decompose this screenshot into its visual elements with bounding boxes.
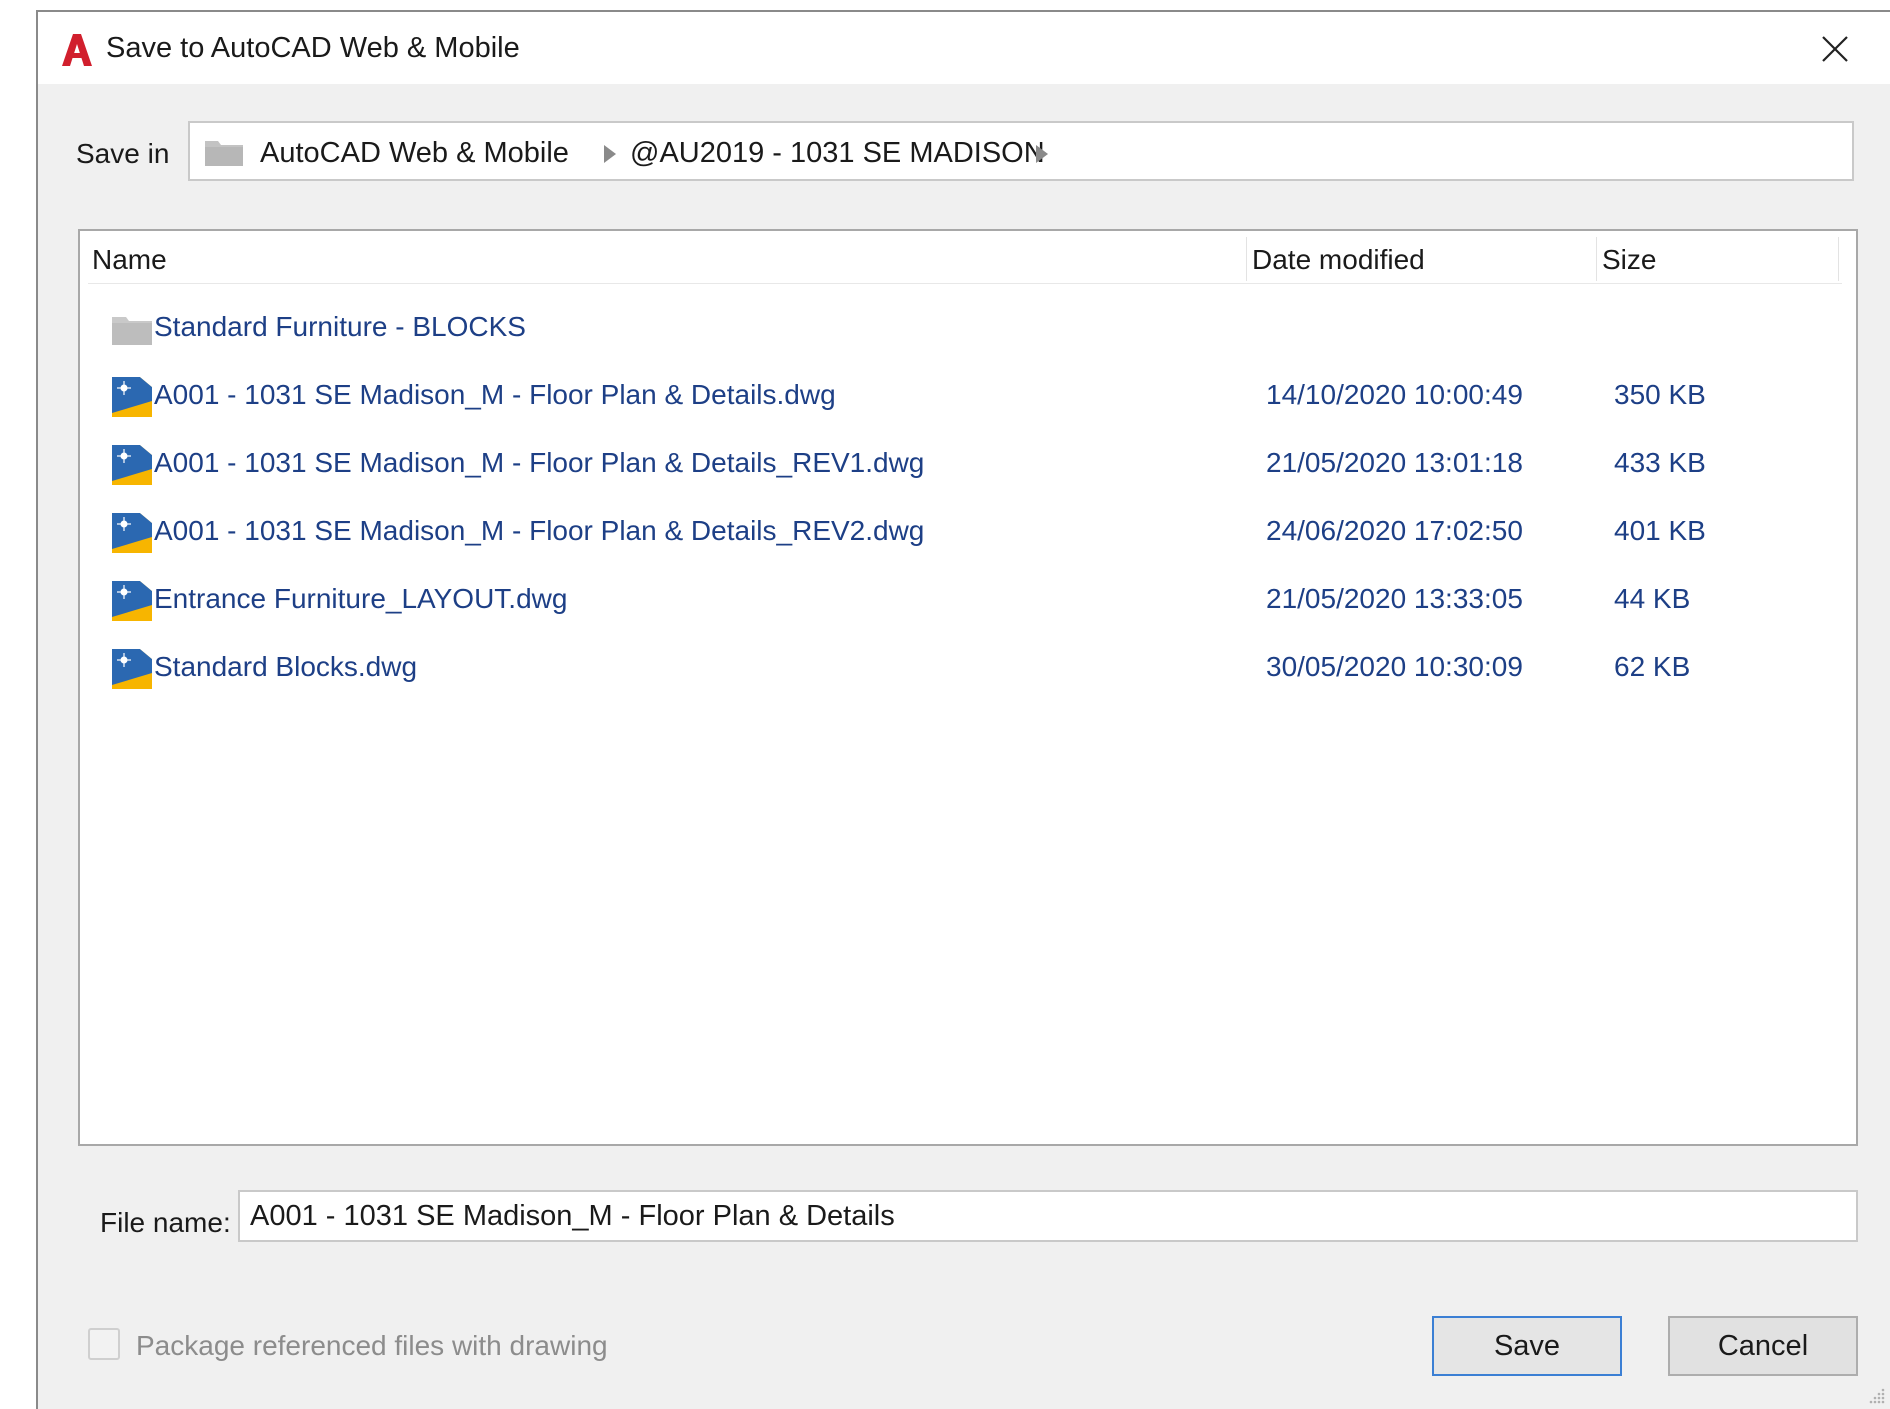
- file-name-label: File name:: [100, 1207, 231, 1238]
- resize-grip-icon[interactable]: [1866, 1385, 1886, 1405]
- package-referenced-files-label: Package referenced files with drawing: [136, 1330, 608, 1361]
- save-dialog: Save to AutoCAD Web & Mobile Save in Aut…: [36, 10, 1890, 1409]
- file-date: 21/05/2020 13:01:18: [1266, 447, 1523, 478]
- file-name: A001 - 1031 SE Madison_M - Floor Plan & …: [154, 379, 836, 410]
- save-button[interactable]: Save: [1432, 1316, 1622, 1376]
- cancel-button[interactable]: Cancel: [1668, 1316, 1858, 1376]
- file-name: Standard Blocks.dwg: [154, 651, 418, 682]
- dwg-file-icon: [112, 649, 152, 689]
- chevron-right-icon[interactable]: [1034, 143, 1050, 165]
- folder-icon: [205, 141, 243, 166]
- file-date: 14/10/2020 10:00:49: [1266, 379, 1523, 410]
- breadcrumb-autocad-web-mobile[interactable]: AutoCAD Web & Mobile: [260, 137, 569, 170]
- list-item-file[interactable]: Standard Blocks.dwg 30/05/2020 10:30:09 …: [88, 637, 1842, 699]
- list-item-file[interactable]: A001 - 1031 SE Madison_M - Floor Plan & …: [88, 501, 1842, 563]
- column-divider[interactable]: [1596, 237, 1597, 281]
- package-referenced-files-checkbox[interactable]: [88, 1328, 120, 1360]
- column-header-size[interactable]: Size: [1602, 237, 1656, 283]
- dwg-file-icon: [112, 445, 152, 485]
- column-header-name[interactable]: Name: [92, 237, 167, 283]
- file-size: 350 KB: [1614, 379, 1706, 410]
- file-name: A001 - 1031 SE Madison_M - Floor Plan & …: [154, 515, 925, 546]
- breadcrumb-au2019-madison[interactable]: @AU2019 - 1031 SE MADISON: [630, 137, 1045, 170]
- column-header-date-modified[interactable]: Date modified: [1252, 237, 1425, 283]
- file-name-input[interactable]: [238, 1190, 1858, 1242]
- file-date: 30/05/2020 10:30:09: [1266, 651, 1523, 682]
- file-date: 24/06/2020 17:02:50: [1266, 515, 1523, 546]
- column-divider[interactable]: [1246, 237, 1247, 281]
- list-item-file[interactable]: A001 - 1031 SE Madison_M - Floor Plan & …: [88, 365, 1842, 427]
- file-name: Entrance Furniture_LAYOUT.dwg: [154, 583, 568, 614]
- file-size: 401 KB: [1614, 515, 1706, 546]
- list-item-file[interactable]: A001 - 1031 SE Madison_M - Floor Plan & …: [88, 433, 1842, 495]
- dwg-file-icon: [112, 581, 152, 621]
- file-size: 62 KB: [1614, 651, 1691, 682]
- dwg-file-icon: [112, 377, 152, 417]
- folder-icon: [112, 317, 152, 345]
- list-item-folder[interactable]: Standard Furniture - BLOCKS: [88, 297, 1842, 359]
- save-in-label: Save in: [76, 138, 170, 169]
- dialog-title: Save to AutoCAD Web & Mobile: [106, 32, 520, 64]
- file-name: Standard Furniture - BLOCKS: [154, 311, 526, 342]
- file-date: 21/05/2020 13:33:05: [1266, 583, 1523, 614]
- dwg-file-icon: [112, 513, 152, 553]
- file-name: A001 - 1031 SE Madison_M - Floor Plan & …: [154, 447, 925, 478]
- header-separator: [88, 283, 1842, 284]
- file-list[interactable]: Name Date modified Size Standard Furnitu…: [78, 229, 1858, 1146]
- file-size: 433 KB: [1614, 447, 1706, 478]
- autocad-a-icon: [62, 34, 92, 66]
- close-icon[interactable]: [1820, 34, 1850, 64]
- chevron-right-icon[interactable]: [602, 143, 618, 165]
- save-in-path-bar[interactable]: AutoCAD Web & Mobile @AU2019 - 1031 SE M…: [188, 121, 1854, 181]
- title-bar: Save to AutoCAD Web & Mobile: [38, 12, 1890, 84]
- list-item-file[interactable]: Entrance Furniture_LAYOUT.dwg 21/05/2020…: [88, 569, 1842, 631]
- column-divider[interactable]: [1838, 237, 1839, 281]
- file-size: 44 KB: [1614, 583, 1691, 614]
